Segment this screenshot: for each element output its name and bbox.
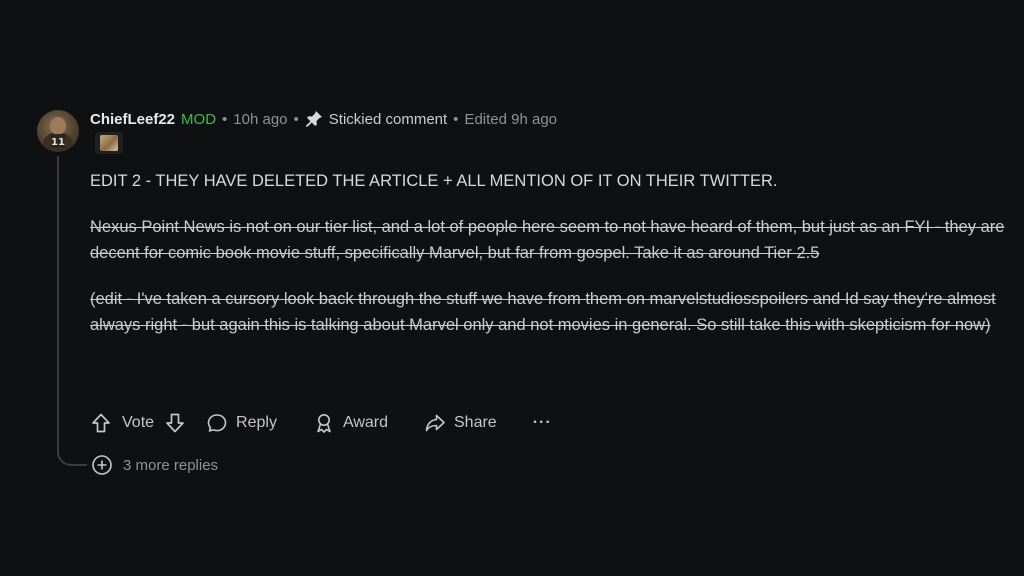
- award-label: Award: [342, 414, 388, 431]
- mod-badge: MOD: [181, 110, 217, 128]
- upvote-icon: [92, 413, 110, 433]
- separator: •: [453, 110, 459, 128]
- more-options-button[interactable]: ···: [533, 414, 552, 432]
- comment-actions: Vote Reply Award Share ···: [90, 410, 552, 436]
- award-icon: [317, 414, 331, 433]
- separator: •: [293, 110, 299, 128]
- reply-button[interactable]: Reply: [206, 412, 277, 434]
- svg-text:11: 11: [51, 137, 65, 148]
- downvote-button[interactable]: [164, 412, 186, 434]
- reply-label: Reply: [236, 414, 277, 431]
- downvote-icon: [166, 413, 184, 433]
- author-name[interactable]: ChiefLeef22: [90, 111, 175, 128]
- comment-paragraph: EDIT 2 - THEY HAVE DELETED THE ARTICLE +…: [90, 172, 778, 190]
- avatar[interactable]: 11: [37, 110, 79, 152]
- vote-label: Vote: [122, 414, 155, 431]
- more-icon: ···: [532, 414, 552, 431]
- upvote-button[interactable]: [90, 412, 112, 434]
- share-button[interactable]: Share: [424, 412, 497, 434]
- award-button[interactable]: Award: [313, 412, 388, 434]
- share-icon: [425, 414, 445, 432]
- comment-paragraph-struck: (edit - I've taken a cursory look back t…: [90, 290, 996, 334]
- share-label: Share: [454, 414, 497, 431]
- timestamp[interactable]: 10h ago: [233, 111, 287, 128]
- comment-header: ChiefLeef22 MOD • 10h ago • Stickied com…: [90, 109, 557, 129]
- comment-paragraph-struck: Nexus Point News is not on our tier list…: [90, 218, 1005, 262]
- expand-replies-icon: [92, 455, 112, 475]
- comment-body: EDIT 2 - THEY HAVE DELETED THE ARTICLE +…: [90, 168, 1005, 338]
- user-flair: [95, 132, 123, 154]
- separator: •: [222, 110, 228, 128]
- more-replies-label: 3 more replies: [123, 456, 219, 474]
- stickied-label: Stickied comment: [328, 110, 448, 128]
- comment: 11 ChiefLeef22 MOD • 10h ago • Stickied …: [0, 0, 1024, 576]
- flair-icon: [100, 135, 118, 151]
- thread-connector: [57, 440, 87, 466]
- edited-label: Edited 9h ago: [464, 110, 558, 128]
- more-replies-link[interactable]: 3 more replies: [91, 454, 218, 476]
- pin-icon: [305, 110, 323, 128]
- reply-icon: [207, 414, 227, 432]
- thread-line[interactable]: [57, 156, 59, 448]
